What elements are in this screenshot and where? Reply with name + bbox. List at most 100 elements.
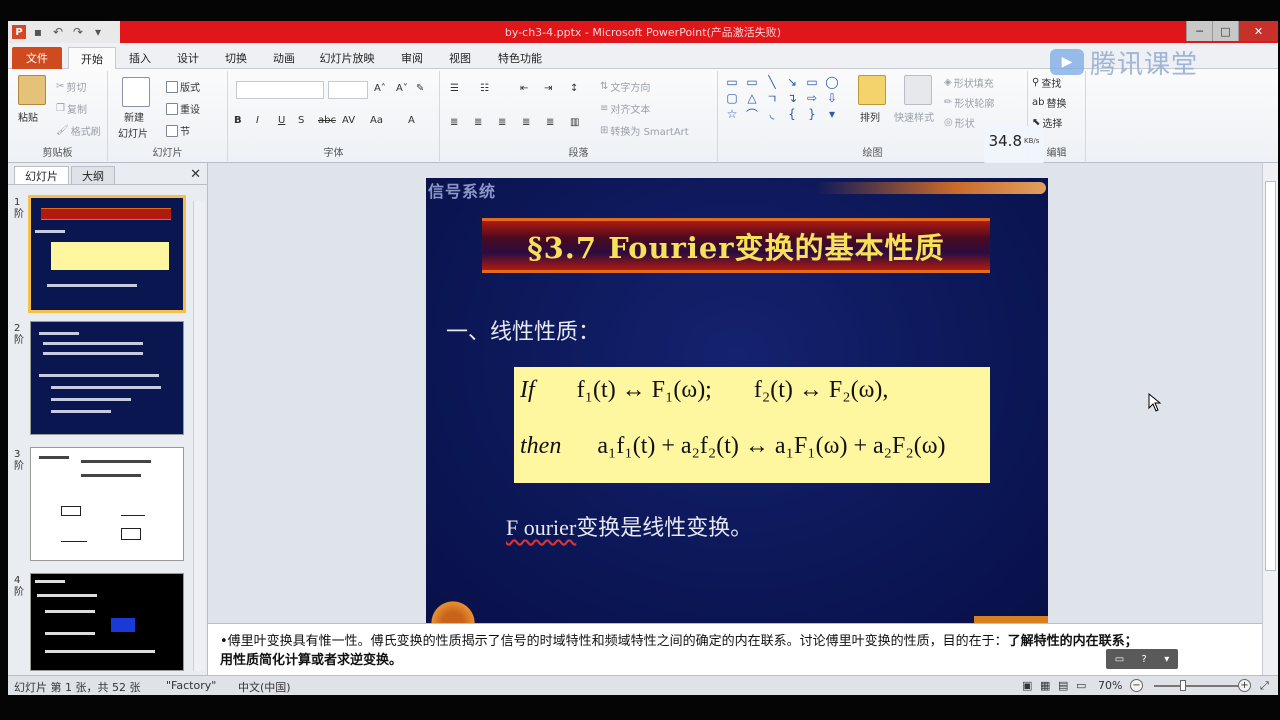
- reset-button[interactable]: 重设: [166, 101, 200, 116]
- char-spacing-icon[interactable]: AV: [342, 115, 355, 126]
- textbox-shape-icon[interactable]: ▭: [724, 75, 740, 89]
- smartart-button[interactable]: ⊞ 转换为 SmartArt: [600, 123, 689, 138]
- help-icon[interactable]: ?: [1142, 654, 1147, 665]
- italic-icon[interactable]: I: [256, 115, 259, 126]
- notes-scrollbar[interactable]: [1262, 623, 1278, 675]
- slides-pane-scrollbar[interactable]: [193, 201, 205, 671]
- tab-review[interactable]: 审阅: [392, 47, 432, 69]
- text-direction-button[interactable]: ⇅ 文字方向: [600, 79, 650, 94]
- fit-to-window-icon[interactable]: ⤢: [1260, 679, 1269, 693]
- brace-right-shape-icon[interactable]: }: [804, 107, 820, 121]
- strikethrough-icon[interactable]: abc: [318, 115, 336, 126]
- floating-mini-toolbar[interactable]: ▭ ? ▾: [1106, 649, 1178, 669]
- layout-button[interactable]: 版式: [166, 79, 200, 94]
- oval-shape-icon[interactable]: ◯: [824, 75, 840, 89]
- tab-view[interactable]: 视图: [440, 47, 480, 69]
- font-color-icon[interactable]: A: [408, 115, 415, 126]
- shadow-icon[interactable]: S: [298, 115, 304, 126]
- arrange-icon[interactable]: [858, 75, 886, 105]
- align-text-button[interactable]: ≡ 对齐文本: [600, 101, 650, 116]
- shapes-gallery[interactable]: ▭ ▭ ╲ ↘ ▭ ◯ ▢ △ ㄱ ↴ ⇨ ⇩ ☆ ⌒ ◟ { } ▾: [724, 75, 842, 122]
- format-painter-button[interactable]: 🖌 格式刷: [56, 123, 101, 138]
- shape-outline-button[interactable]: ✏ 形状轮廓: [944, 95, 994, 110]
- cut-button[interactable]: ✂ 剪切: [56, 79, 86, 94]
- tab-animations[interactable]: 动画: [264, 47, 304, 69]
- maximize-button[interactable]: □: [1212, 21, 1238, 41]
- font-size-box[interactable]: [328, 81, 368, 99]
- quick-styles-button[interactable]: 快速样式: [894, 109, 934, 124]
- align-left-icon[interactable]: ≣: [450, 117, 458, 128]
- tab-insert[interactable]: 插入: [120, 47, 160, 69]
- rounded-rect-shape-icon[interactable]: ▢: [724, 91, 740, 105]
- freeform-shape-icon[interactable]: ⌒: [744, 107, 760, 122]
- slide-title[interactable]: §3.7 Fourier变换的基本性质: [527, 225, 944, 267]
- arrange-button[interactable]: 排列: [860, 109, 880, 124]
- tab-slides[interactable]: 幻灯片: [14, 166, 69, 184]
- quick-styles-icon[interactable]: [904, 75, 932, 105]
- line-shape-icon[interactable]: ╲: [764, 75, 780, 89]
- tab-file[interactable]: 文件: [12, 47, 62, 69]
- toolbar-menu-icon[interactable]: ▾: [1164, 654, 1169, 665]
- current-slide[interactable]: 信号系统 §3.7 Fourier变换的基本性质 一、线性性质： If f₁(t…: [426, 178, 1048, 623]
- replace-button[interactable]: ab 替换: [1032, 95, 1066, 110]
- textbox-vertical-shape-icon[interactable]: ▭: [744, 75, 760, 89]
- change-case-icon[interactable]: Aa: [370, 115, 383, 126]
- tab-features[interactable]: 特色功能: [490, 47, 550, 69]
- triangle-shape-icon[interactable]: △: [744, 91, 760, 105]
- font-name-box[interactable]: [236, 81, 324, 99]
- tab-transitions[interactable]: 切换: [216, 47, 256, 69]
- tab-home[interactable]: 开始: [68, 47, 116, 69]
- more-shapes-icon[interactable]: ▾: [824, 107, 840, 121]
- formula-box[interactable]: If f₁(t) ↔ F₁(ω); f₂(t) ↔ F₂(ω), then a₁…: [514, 367, 990, 483]
- zoom-out-button[interactable]: −: [1130, 679, 1143, 692]
- new-slide-icon[interactable]: [122, 77, 150, 107]
- zoom-slider-knob[interactable]: [1180, 680, 1186, 691]
- keyboard-icon[interactable]: ▭: [1115, 654, 1124, 665]
- paste-icon[interactable]: [18, 75, 46, 105]
- increase-indent-icon[interactable]: ⇥: [544, 83, 552, 94]
- new-slide-button-line2[interactable]: 幻灯片: [118, 125, 148, 140]
- zoom-in-button[interactable]: +: [1238, 679, 1251, 692]
- underline-icon[interactable]: U: [278, 115, 285, 126]
- brace-left-shape-icon[interactable]: {: [784, 107, 800, 121]
- minimize-button[interactable]: ─: [1186, 21, 1212, 41]
- new-slide-button[interactable]: 新建: [124, 109, 144, 124]
- connector-shape-icon[interactable]: ㄱ: [764, 91, 780, 106]
- bold-icon[interactable]: B: [234, 115, 242, 126]
- down-arrow-shape-icon[interactable]: ⇩: [824, 91, 840, 105]
- shape-effects-button[interactable]: ◎ 形状: [944, 115, 975, 130]
- shrink-font-icon[interactable]: A˅: [396, 83, 408, 94]
- tab-design[interactable]: 设计: [168, 47, 208, 69]
- slideshow-view-icon[interactable]: ▭: [1076, 679, 1086, 692]
- tab-outline[interactable]: 大纲: [71, 166, 115, 184]
- close-button[interactable]: ✕: [1238, 21, 1278, 41]
- notes-pane[interactable]: •傅里叶变换具有惟一性。傅氏变换的性质揭示了信号的时域特性和频域特性之间的确定的…: [208, 623, 1262, 675]
- grow-font-icon[interactable]: A˄: [374, 83, 386, 94]
- rectangle-shape-icon[interactable]: ▭: [804, 75, 820, 89]
- copy-button[interactable]: ❐ 复制: [56, 101, 87, 116]
- align-center-icon[interactable]: ≣: [474, 117, 482, 128]
- arrow-line-shape-icon[interactable]: ↘: [784, 75, 800, 89]
- line-spacing-icon[interactable]: ↕: [570, 83, 578, 94]
- section-button[interactable]: 节: [166, 123, 190, 138]
- scroll-thumb[interactable]: [1265, 181, 1276, 571]
- slide-canvas-scrollbar[interactable]: [1262, 163, 1278, 623]
- curve-shape-icon[interactable]: ◟: [764, 107, 780, 121]
- close-pane-icon[interactable]: ✕: [190, 167, 201, 182]
- decrease-indent-icon[interactable]: ⇤: [520, 83, 528, 94]
- slide-section-heading[interactable]: 一、线性性质：: [446, 314, 600, 346]
- shape-fill-button[interactable]: ◈ 形状填充: [944, 75, 994, 90]
- slide-sorter-icon[interactable]: ▦: [1040, 679, 1050, 692]
- align-right-icon[interactable]: ≣: [498, 117, 506, 128]
- zoom-level[interactable]: 70%: [1098, 679, 1122, 692]
- slide-conclusion[interactable]: F ourier变换是线性变换。: [506, 510, 752, 542]
- distribute-icon[interactable]: ≣: [546, 117, 554, 128]
- tab-slideshow[interactable]: 幻灯片放映: [312, 47, 382, 69]
- right-arrow-shape-icon[interactable]: ⇨: [804, 91, 820, 105]
- clear-format-icon[interactable]: ✎: [416, 83, 424, 94]
- bullets-icon[interactable]: ☰: [450, 83, 459, 94]
- normal-view-icon[interactable]: ▣: [1022, 679, 1032, 692]
- zoom-slider[interactable]: [1154, 685, 1244, 687]
- language-indicator[interactable]: 中文(中国): [238, 679, 291, 695]
- reading-view-icon[interactable]: ▤: [1058, 679, 1068, 692]
